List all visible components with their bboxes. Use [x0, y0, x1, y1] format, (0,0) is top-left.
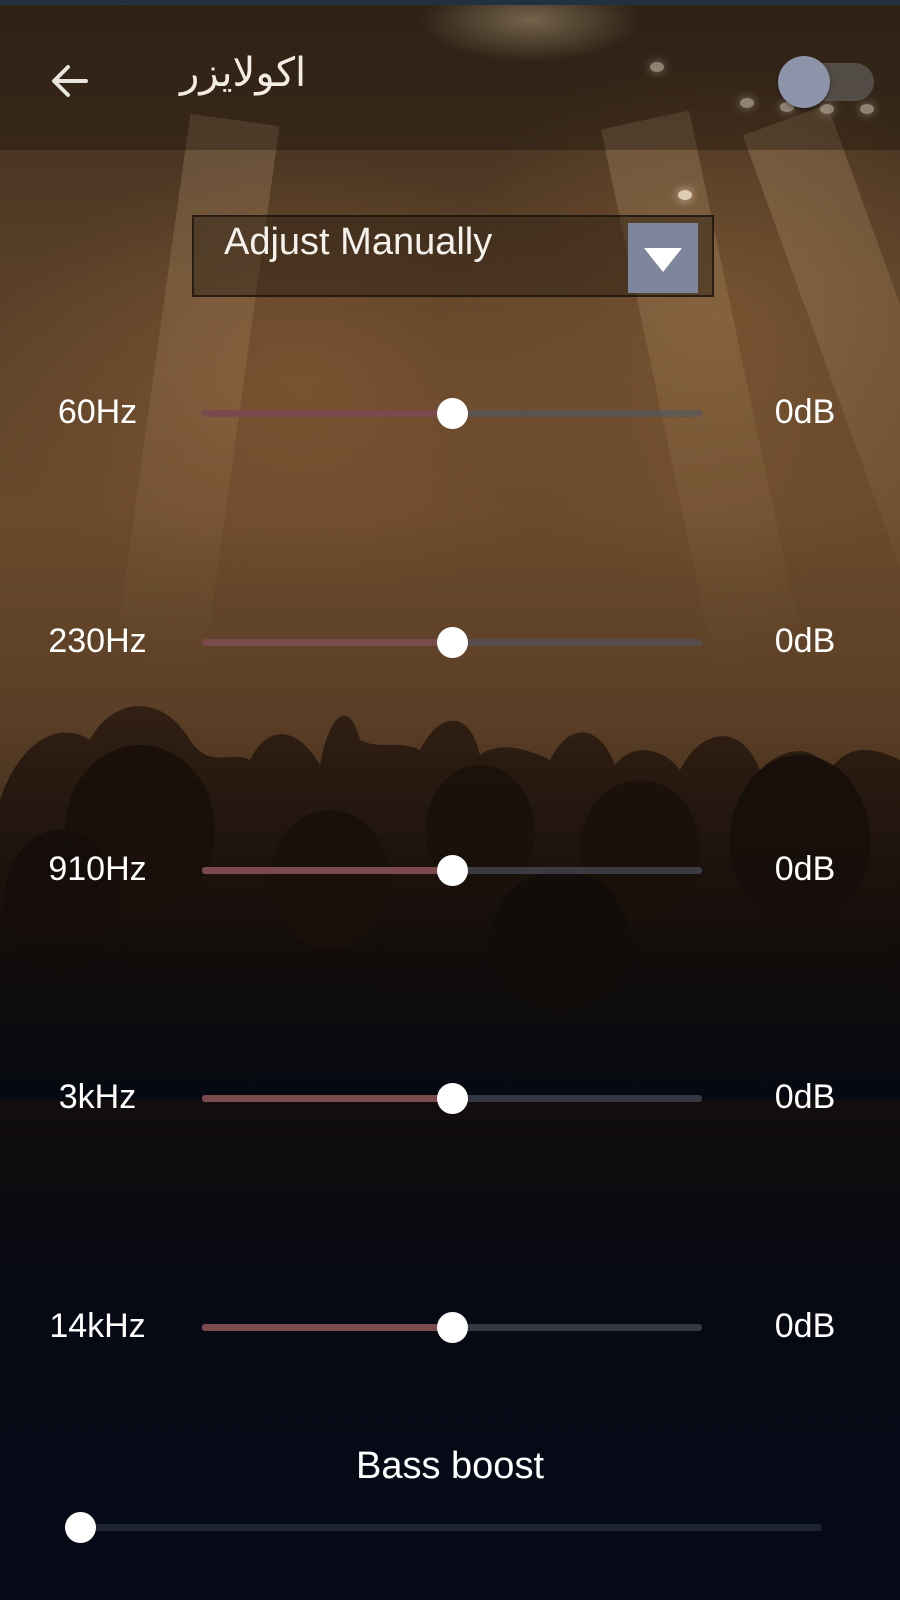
- band-row-60hz: 60Hz 0dB: [0, 383, 900, 443]
- band-frequency-label: 60Hz: [57, 393, 138, 431]
- band-frequency-label: 230Hz: [48, 622, 147, 660]
- toggle-knob: [778, 56, 830, 108]
- band-gain-label: 0dB: [774, 622, 836, 660]
- preset-selected-value: Adjust Manually: [224, 221, 493, 263]
- band-row-910hz: 910Hz 0dB: [0, 840, 900, 900]
- slider-thumb[interactable]: [437, 398, 468, 429]
- slider-fill: [202, 639, 452, 646]
- band-gain-label: 0dB: [774, 1307, 836, 1345]
- stage-light: [678, 190, 692, 200]
- back-button[interactable]: [46, 57, 94, 105]
- arrow-left-icon: [52, 65, 88, 97]
- band-frequency-label: 14kHz: [49, 1307, 146, 1345]
- slider-thumb[interactable]: [437, 1083, 468, 1114]
- band-gain-label: 0dB: [774, 393, 836, 431]
- slider-thumb[interactable]: [437, 1312, 468, 1343]
- band-frequency-label: 3kHz: [58, 1078, 137, 1116]
- slider-thumb[interactable]: [65, 1512, 96, 1543]
- band-row-14khz: 14kHz 0dB: [0, 1297, 900, 1357]
- band-row-230hz: 230Hz 0dB: [0, 612, 900, 672]
- band-frequency-label: 910Hz: [48, 850, 147, 888]
- slider-fill: [202, 1324, 452, 1331]
- band-row-3khz: 3kHz 0dB: [0, 1068, 900, 1128]
- band-gain-label: 0dB: [774, 1078, 836, 1116]
- triangle-down-icon: [628, 223, 698, 293]
- slider-fill: [202, 867, 452, 874]
- band-slider-230hz[interactable]: [202, 612, 702, 672]
- equalizer-toggle[interactable]: [778, 56, 874, 108]
- slider-thumb[interactable]: [437, 627, 468, 658]
- equalizer-screen: اکولایزر Adjust Manually 60Hz 0dB 230Hz …: [0, 0, 900, 1600]
- slider-track: [80, 1524, 822, 1531]
- slider-fill: [202, 1095, 452, 1102]
- preset-dropdown[interactable]: Adjust Manually: [192, 215, 714, 297]
- band-slider-3khz[interactable]: [202, 1068, 702, 1128]
- slider-fill: [202, 410, 452, 417]
- band-slider-60hz[interactable]: [202, 383, 702, 443]
- slider-thumb[interactable]: [437, 855, 468, 886]
- band-slider-910hz[interactable]: [202, 840, 702, 900]
- bass-boost-label: Bass boost: [356, 1445, 544, 1487]
- page-title: اکولایزر: [180, 50, 307, 96]
- app-bar: اکولایزر: [0, 0, 900, 150]
- bass-boost-slider[interactable]: [65, 1497, 822, 1557]
- band-slider-14khz[interactable]: [202, 1297, 702, 1357]
- band-gain-label: 0dB: [774, 850, 836, 888]
